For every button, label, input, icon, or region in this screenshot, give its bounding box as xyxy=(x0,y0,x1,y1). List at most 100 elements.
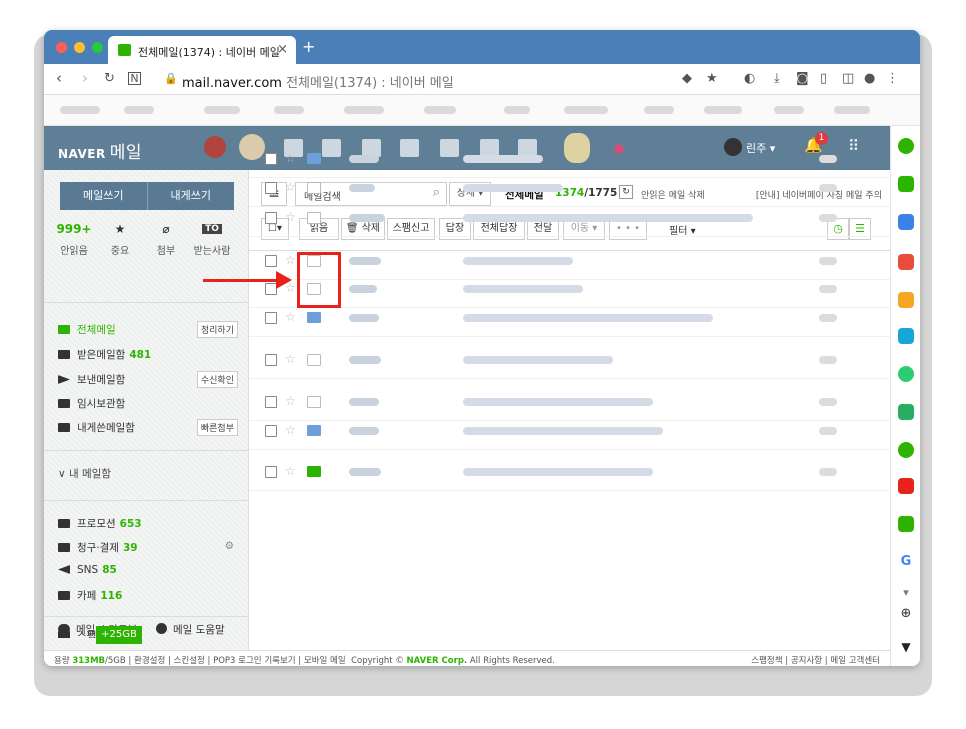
unread-envelope-icon[interactable] xyxy=(307,425,321,436)
read-envelope-icon[interactable] xyxy=(307,396,321,408)
unread-envelope-icon[interactable] xyxy=(307,312,321,323)
row-star-icon[interactable]: ☆ xyxy=(285,395,296,407)
row-subject[interactable] xyxy=(463,356,613,364)
read-envelope-icon[interactable] xyxy=(307,354,321,366)
help-link[interactable]: 메일 도움말 xyxy=(156,622,225,637)
important-stat[interactable]: ★ 중요 xyxy=(100,222,140,257)
naver-ext-icon[interactable] xyxy=(898,138,914,154)
url-field[interactable]: mail.naver.com 전체메일(1374) : 네이버 메일 xyxy=(182,72,454,91)
forward-icon[interactable]: › xyxy=(82,69,88,87)
row-star-icon[interactable]: ☆ xyxy=(285,465,296,477)
footer-links[interactable]: 환경설정 | 스킨설정 | POP3 로그인 기록보기 | 모바일 메일 xyxy=(134,656,346,666)
attachment-stat[interactable]: ⌀ 첨부 xyxy=(146,222,186,257)
quick-attach-button[interactable]: 빠른첨부 xyxy=(196,419,238,436)
line-ext-icon[interactable] xyxy=(898,442,914,458)
profile-icon[interactable]: ● xyxy=(864,71,875,86)
unread-envelope-icon[interactable] xyxy=(307,153,321,164)
row-subject[interactable] xyxy=(463,468,653,476)
row-subject[interactable] xyxy=(463,155,543,163)
table-row[interactable]: ☆ xyxy=(249,180,890,200)
footer-right-links[interactable]: 스팸정책 | 공지사항 | 메일 고객센터 xyxy=(751,654,880,666)
gear-icon[interactable]: ⚙ xyxy=(225,540,234,552)
folder-sent[interactable]: 보낸메일함 수신확인 xyxy=(58,371,238,390)
row-star-icon[interactable]: ☆ xyxy=(285,424,296,436)
category-cafe[interactable]: 카페 116 xyxy=(58,588,238,606)
row-subject[interactable] xyxy=(463,257,573,265)
calendar-ext-icon[interactable] xyxy=(898,214,914,230)
read-envelope-icon[interactable] xyxy=(307,212,321,224)
back-icon[interactable]: ‹ xyxy=(56,69,62,87)
row-subject[interactable] xyxy=(463,285,583,293)
table-row[interactable]: ☆ xyxy=(249,464,890,484)
to-me-stat[interactable]: TO 받는사람 xyxy=(192,222,232,257)
bookmark-star-icon[interactable]: ★ xyxy=(706,71,718,86)
new-tab-button[interactable]: + xyxy=(302,37,315,56)
table-row[interactable]: ☆ xyxy=(249,310,890,330)
table-row[interactable]: ☆ xyxy=(249,394,890,414)
self-compose-button[interactable]: 내게쓰기 xyxy=(148,182,235,210)
compose-button[interactable]: 메일쓰기 xyxy=(60,182,148,210)
row-checkbox[interactable] xyxy=(265,153,277,165)
more-menu-icon[interactable]: ⋮ xyxy=(886,71,899,86)
read-envelope-icon[interactable] xyxy=(307,182,321,194)
browser-tab[interactable]: 전체메일(1374) : 네이버 메일 × xyxy=(108,36,296,64)
folder-all-mail[interactable]: 전체메일 정리하기 xyxy=(58,321,238,340)
map-ext-icon[interactable] xyxy=(898,328,914,344)
google-ext-icon[interactable]: G xyxy=(898,554,914,570)
category-promotion[interactable]: 프로모션 653 xyxy=(58,516,238,534)
table-row[interactable]: ☆ xyxy=(249,352,890,372)
download-icon[interactable]: ⤓ xyxy=(774,71,780,86)
row-checkbox[interactable] xyxy=(265,354,277,366)
reader-icon[interactable]: N xyxy=(128,72,141,85)
folder-drafts[interactable]: 임시보관함 xyxy=(58,396,238,414)
row-star-icon[interactable]: ☆ xyxy=(285,311,296,323)
maximize-window-button[interactable] xyxy=(92,42,103,53)
my-mailbox-toggle[interactable]: ∨ 내 메일함 xyxy=(58,466,238,484)
mouse-icon[interactable]: ◐ xyxy=(744,71,755,86)
star-ext-icon[interactable] xyxy=(898,292,914,308)
table-row[interactable]: ☆ xyxy=(249,210,890,230)
row-subject[interactable] xyxy=(463,398,653,406)
n-ext-icon[interactable] xyxy=(898,516,914,532)
row-subject[interactable] xyxy=(463,314,713,322)
organize-button[interactable]: 정리하기 xyxy=(196,321,238,338)
row-star-icon[interactable]: ☆ xyxy=(285,152,296,164)
row-checkbox[interactable] xyxy=(265,466,277,478)
play-ext-icon[interactable] xyxy=(898,366,914,382)
camera-icon[interactable]: ◙ xyxy=(796,71,809,86)
row-checkbox[interactable] xyxy=(265,255,277,267)
category-billing[interactable]: 청구·결제 39 ⚙ xyxy=(58,540,238,558)
row-subject[interactable] xyxy=(463,214,753,222)
row-checkbox[interactable] xyxy=(265,212,277,224)
table-row[interactable]: ☆ xyxy=(249,423,890,443)
unread-stat[interactable]: 999+ 안읽음 xyxy=(54,222,94,257)
pocket-ext-icon[interactable] xyxy=(898,254,914,270)
table-row[interactable]: ☆ xyxy=(249,253,890,273)
sidebar-icon[interactable]: ◫ xyxy=(842,71,854,86)
add-ext-icon[interactable]: ⊕ xyxy=(898,606,914,622)
unread-envelope-icon[interactable] xyxy=(307,466,321,477)
table-row[interactable]: ☆ xyxy=(249,281,890,301)
row-star-icon[interactable]: ☆ xyxy=(285,181,296,193)
row-checkbox[interactable] xyxy=(265,396,277,408)
storage-upgrade-tag[interactable]: +25GB xyxy=(96,626,142,644)
webtoon-ext-icon[interactable] xyxy=(898,404,914,420)
row-star-icon[interactable]: ☆ xyxy=(285,211,296,223)
folder-self[interactable]: 내게쓴메일함 빠른첨부 xyxy=(58,419,238,438)
row-checkbox[interactable] xyxy=(265,425,277,437)
row-star-icon[interactable]: ☆ xyxy=(285,353,296,365)
row-checkbox[interactable] xyxy=(265,312,277,324)
minimize-window-button[interactable] xyxy=(74,42,85,53)
row-checkbox[interactable] xyxy=(265,182,277,194)
reader-mode-icon[interactable]: ▯ xyxy=(820,71,827,86)
now-ext-icon[interactable] xyxy=(898,478,914,494)
chevron-down-icon[interactable]: ▾ xyxy=(898,586,914,602)
close-window-button[interactable] xyxy=(56,42,67,53)
table-row[interactable]: ☆ xyxy=(249,151,890,171)
category-sns[interactable]: SNS 85 xyxy=(58,564,238,582)
read-receipt-button[interactable]: 수신확인 xyxy=(196,371,238,388)
row-subject[interactable] xyxy=(463,427,663,435)
row-subject[interactable] xyxy=(463,184,563,192)
reload-icon[interactable]: ↻ xyxy=(104,71,115,86)
pin-icon[interactable]: ▼ xyxy=(898,640,914,656)
